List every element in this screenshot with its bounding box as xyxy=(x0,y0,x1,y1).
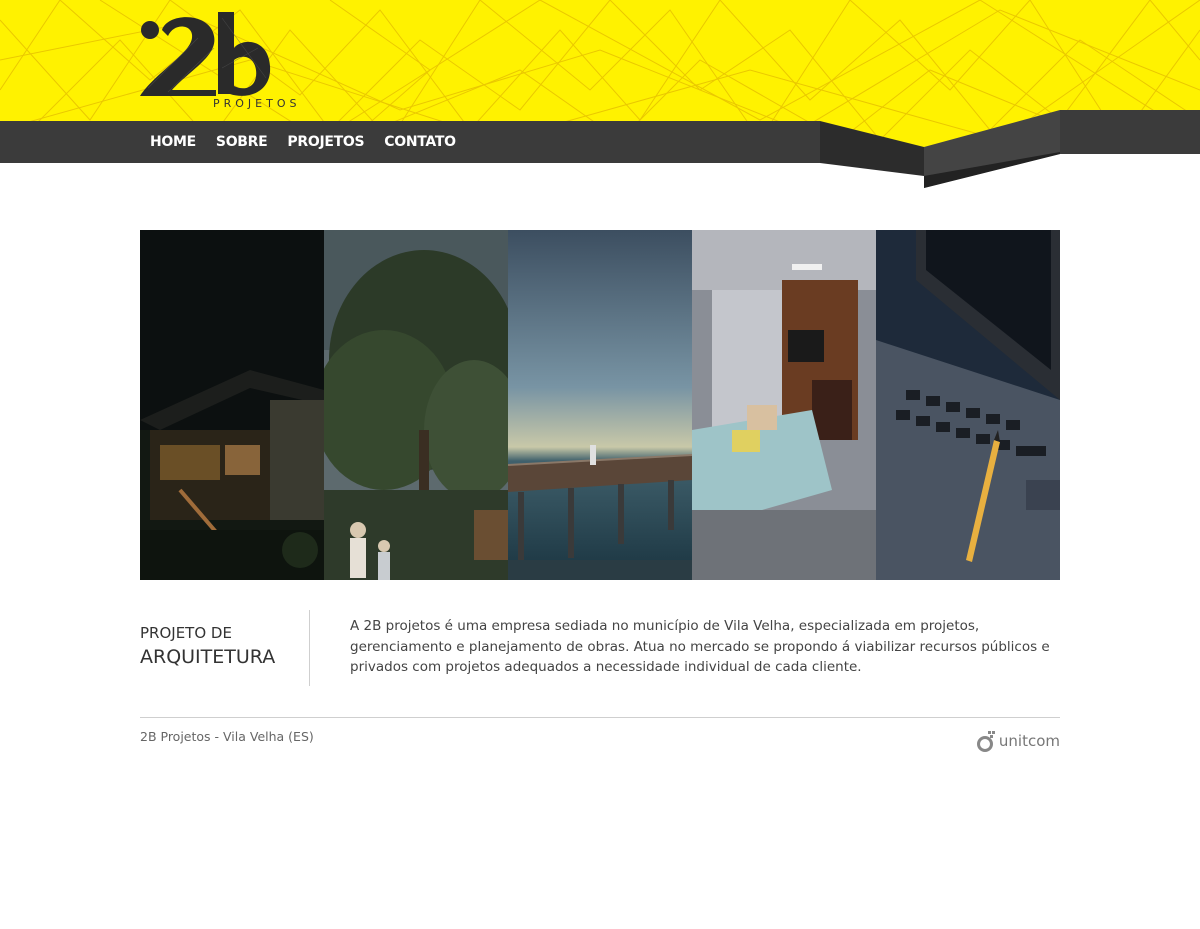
living-room-render-image[interactable] xyxy=(692,230,876,580)
garden-trees-render-image[interactable] xyxy=(324,230,508,580)
main-nav: HOME SOBRE PROJETOS CONTATO xyxy=(140,121,466,163)
vertical-divider xyxy=(309,610,310,686)
pier-sea-render-image[interactable] xyxy=(508,230,692,580)
nav-contato[interactable]: CONTATO xyxy=(374,134,465,150)
nav-sobre[interactable]: SOBRE xyxy=(206,134,278,150)
credit-label: unitcom xyxy=(998,732,1060,750)
heading-big: ARQUITETURA xyxy=(140,646,276,668)
logo-subtitle: PROJETOS xyxy=(213,97,301,110)
nav-home[interactable]: HOME xyxy=(140,134,206,150)
footer-divider xyxy=(140,717,1060,718)
unitcom-credit-link[interactable]: unitcom xyxy=(976,728,1060,754)
section-heading: PROJETO DE ARQUITETURA xyxy=(140,624,300,668)
unitcom-logo-icon xyxy=(976,731,995,752)
project-gallery xyxy=(140,230,1060,580)
intro-section: PROJETO DE ARQUITETURA A 2B projetos é u… xyxy=(140,610,1060,690)
footer-address: 2B Projetos - Vila Velha (ES) xyxy=(140,729,314,744)
nav-projetos[interactable]: PROJETOS xyxy=(277,134,374,150)
laptop-pencil-image[interactable] xyxy=(876,230,1060,580)
company-description: A 2B projetos é uma empresa sediada no m… xyxy=(350,618,1050,675)
heading-small: PROJETO DE xyxy=(140,624,232,642)
house-night-render-image[interactable] xyxy=(140,230,324,580)
